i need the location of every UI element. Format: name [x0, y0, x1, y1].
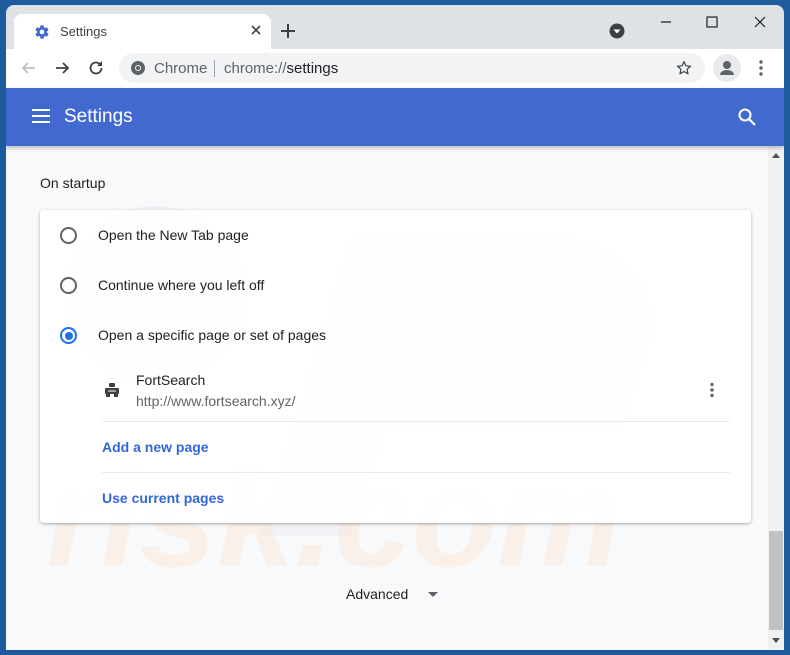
browser-toolbar: Chrome chrome://settings — [6, 49, 784, 88]
back-icon[interactable] — [19, 58, 39, 78]
tab-title: Settings — [60, 24, 107, 39]
reload-icon[interactable] — [86, 58, 106, 78]
forward-icon[interactable] — [52, 58, 72, 78]
page-url: http://www.fortsearch.xyz/ — [136, 393, 296, 409]
browser-menu-icon[interactable] — [751, 58, 771, 78]
person-icon — [720, 61, 734, 75]
use-current-row: Use current pages — [102, 473, 730, 524]
close-window-icon[interactable] — [750, 12, 770, 32]
url-scheme: chrome:// — [224, 60, 287, 77]
address-bar[interactable]: Chrome chrome://settings — [119, 53, 705, 83]
radio-label: Open a specific page or set of pages — [98, 327, 327, 343]
new-tab-icon[interactable] — [278, 21, 298, 41]
url-path: settings — [286, 60, 339, 77]
browser-window: Settings Chrome chrome://settings Settin… — [6, 5, 784, 650]
url-text[interactable]: chrome://settings — [224, 60, 338, 77]
close-tab-icon[interactable] — [248, 22, 264, 38]
scrollbar-thumb[interactable] — [769, 531, 783, 630]
scroll-up-arrow-icon[interactable] — [772, 153, 780, 158]
chrome-icon — [131, 61, 145, 75]
tab-search-icon[interactable] — [609, 23, 625, 39]
tab-settings[interactable]: Settings — [14, 14, 271, 49]
settings-header: Settings — [6, 88, 784, 146]
tab-strip: Settings — [6, 5, 784, 49]
advanced-toggle[interactable]: Advanced — [346, 586, 408, 602]
profile-button[interactable] — [713, 54, 741, 82]
section-title-on-startup: On startup — [40, 175, 106, 191]
radio-button[interactable] — [60, 227, 77, 244]
radio-label: Open the New Tab page — [98, 227, 249, 243]
search-icon[interactable] — [737, 107, 757, 127]
page-title: Settings — [64, 106, 133, 127]
use-current-pages-link[interactable]: Use current pages — [102, 490, 224, 506]
maximize-icon[interactable] — [702, 12, 722, 32]
hamburger-menu-icon[interactable] — [32, 108, 50, 124]
radio-option-continue[interactable]: Continue where you left off — [40, 260, 751, 310]
radio-option-specific-pages[interactable]: Open a specific page or set of pages — [40, 310, 751, 360]
radio-button[interactable] — [60, 277, 77, 294]
bookmark-star-icon[interactable] — [675, 59, 693, 77]
add-new-page-link[interactable]: Add a new page — [102, 439, 209, 455]
settings-content: risk.com On startup Open the New Tab pag… — [6, 146, 768, 650]
omnibox-divider — [214, 60, 215, 77]
fortsearch-favicon-icon — [105, 383, 119, 397]
startup-page-entry: FortSearch http://www.fortsearch.xyz/ — [102, 362, 730, 422]
dropdown-arrow-icon[interactable] — [428, 592, 438, 598]
minimize-icon[interactable] — [656, 12, 676, 32]
radio-option-new-tab[interactable]: Open the New Tab page — [40, 210, 751, 260]
more-actions-icon[interactable] — [702, 380, 722, 400]
site-label: Chrome — [154, 60, 208, 77]
radio-button-selected[interactable] — [60, 327, 77, 344]
gear-icon — [35, 25, 49, 39]
page-name: FortSearch — [136, 372, 206, 388]
startup-card: Open the New Tab page Continue where you… — [40, 210, 751, 523]
scrollbar[interactable] — [768, 146, 784, 650]
add-page-row: Add a new page — [102, 422, 730, 473]
scroll-down-arrow-icon[interactable] — [772, 638, 780, 643]
radio-label: Continue where you left off — [98, 277, 265, 293]
